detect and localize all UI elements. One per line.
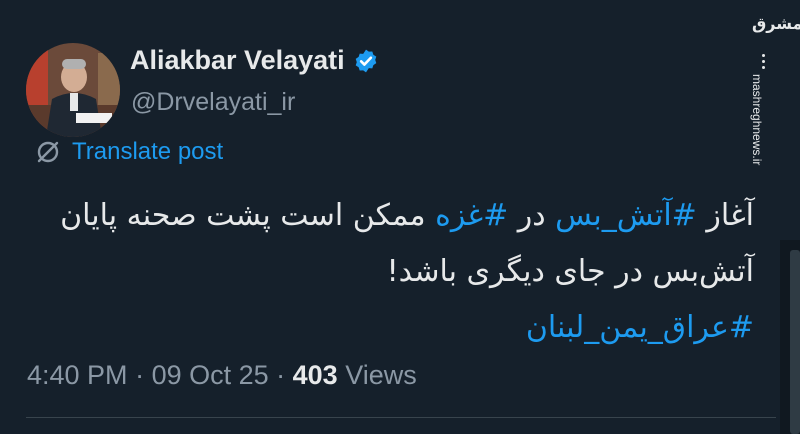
- tweet-text-segment: در: [508, 198, 556, 233]
- tweet-text-segment: ممکن است پشت صحنه پایان: [60, 198, 436, 233]
- avatar-photo: [26, 43, 120, 137]
- translate-label: Translate post: [72, 138, 224, 165]
- tweet-line-1: آغاز #آتش_بس در #غزه ممکن است پشت صحنه پ…: [34, 188, 754, 244]
- tweet-line-2: آتش‌بس در جای دیگری باشد!: [386, 254, 754, 289]
- author-handle[interactable]: @Drvelayati_ir: [131, 88, 295, 117]
- hashtag-link[interactable]: #غزه: [435, 198, 508, 233]
- divider: [26, 417, 776, 418]
- post-time[interactable]: 4:40 PM: [27, 360, 128, 390]
- watermark-dots: [762, 54, 765, 69]
- author-name-row: Aliakbar Velayati: [130, 45, 379, 76]
- watermark-site: mashreghnews.ir: [750, 74, 764, 166]
- post-date[interactable]: 09 Oct 25: [152, 360, 269, 390]
- post-meta: 4:40 PM · 09 Oct 25 · 403 Views: [27, 360, 417, 391]
- translate-post-button[interactable]: Translate post: [34, 138, 223, 166]
- meta-separator: ·: [127, 360, 152, 390]
- meta-separator: ·: [268, 360, 293, 390]
- views-label: Views: [337, 360, 417, 390]
- scrollbar-thumb[interactable]: [790, 250, 800, 434]
- hashtag-link[interactable]: #آتش_بس: [555, 198, 697, 233]
- hashtag-link[interactable]: #عراق_یمن_لبنان: [34, 300, 754, 356]
- translate-globe-icon: [37, 141, 59, 163]
- watermark: مشرق mashreghnews.ir: [748, 14, 800, 165]
- author-name[interactable]: Aliakbar Velayati: [130, 45, 345, 76]
- verified-badge-icon[interactable]: [353, 48, 379, 74]
- tweet-text: آغاز #آتش_بس در #غزه ممکن است پشت صحنه پ…: [34, 188, 754, 356]
- views-count[interactable]: 403: [293, 360, 338, 390]
- watermark-logo: مشرق: [752, 14, 800, 33]
- tweet-text-segment: آغاز: [696, 198, 754, 233]
- avatar[interactable]: [26, 43, 120, 137]
- post-card: Aliakbar Velayati @Drvelayati_ir Transla…: [0, 0, 800, 434]
